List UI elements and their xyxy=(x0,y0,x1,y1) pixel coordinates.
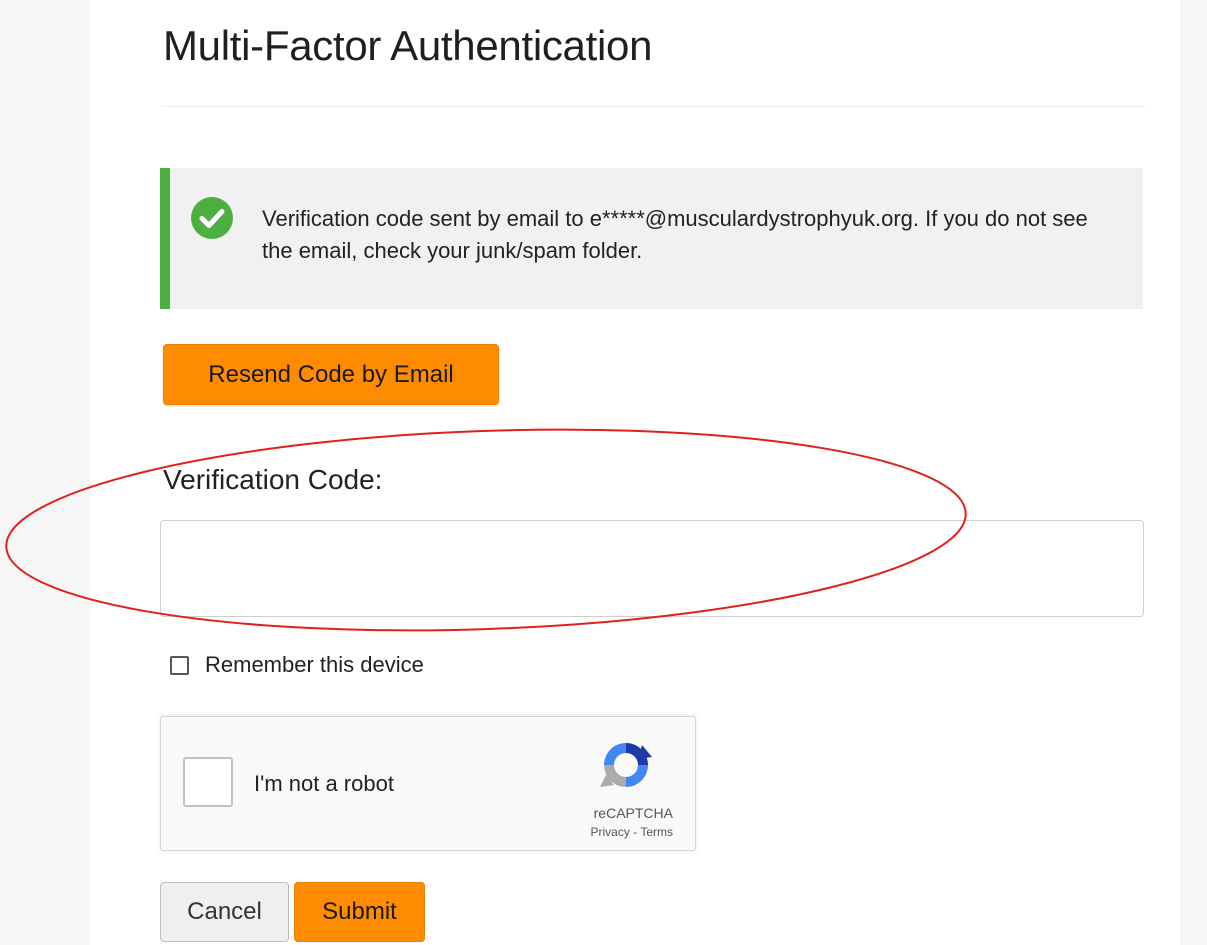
resend-code-button[interactable]: Resend Code by Email xyxy=(163,344,499,405)
recaptcha-checkbox[interactable] xyxy=(183,757,233,807)
check-circle-icon xyxy=(191,197,233,239)
recaptcha-label: I'm not a robot xyxy=(254,771,394,796)
verification-code-input[interactable] xyxy=(160,520,1144,617)
cancel-button[interactable]: Cancel xyxy=(160,882,289,942)
recaptcha-link-separator: - xyxy=(633,825,638,839)
submit-button[interactable]: Submit xyxy=(294,882,425,942)
recaptcha-brand: reCAPTCHA xyxy=(593,805,673,821)
recaptcha-privacy-link[interactable]: Privacy xyxy=(591,825,630,839)
recaptcha-widget: I'm not a robot reCAPTCHA Privacy - Term… xyxy=(160,716,696,851)
page-container: Multi-Factor Authentication Verification… xyxy=(90,0,1180,945)
verification-code-label: Verification Code: xyxy=(163,464,383,495)
remember-device-option[interactable]: Remember this device xyxy=(170,650,424,680)
success-alert: Verification code sent by email to e****… xyxy=(160,168,1143,309)
recaptcha-links: Privacy - Terms xyxy=(591,825,673,839)
alert-message: Verification code sent by email to e****… xyxy=(262,206,1088,263)
recaptcha-logo-icon xyxy=(600,743,652,787)
recaptcha-terms-link[interactable]: Terms xyxy=(640,825,673,839)
title-divider xyxy=(162,106,1145,107)
page-title: Multi-Factor Authentication xyxy=(163,22,653,69)
remember-device-label: Remember this device xyxy=(205,652,424,677)
remember-device-checkbox[interactable] xyxy=(170,655,189,675)
